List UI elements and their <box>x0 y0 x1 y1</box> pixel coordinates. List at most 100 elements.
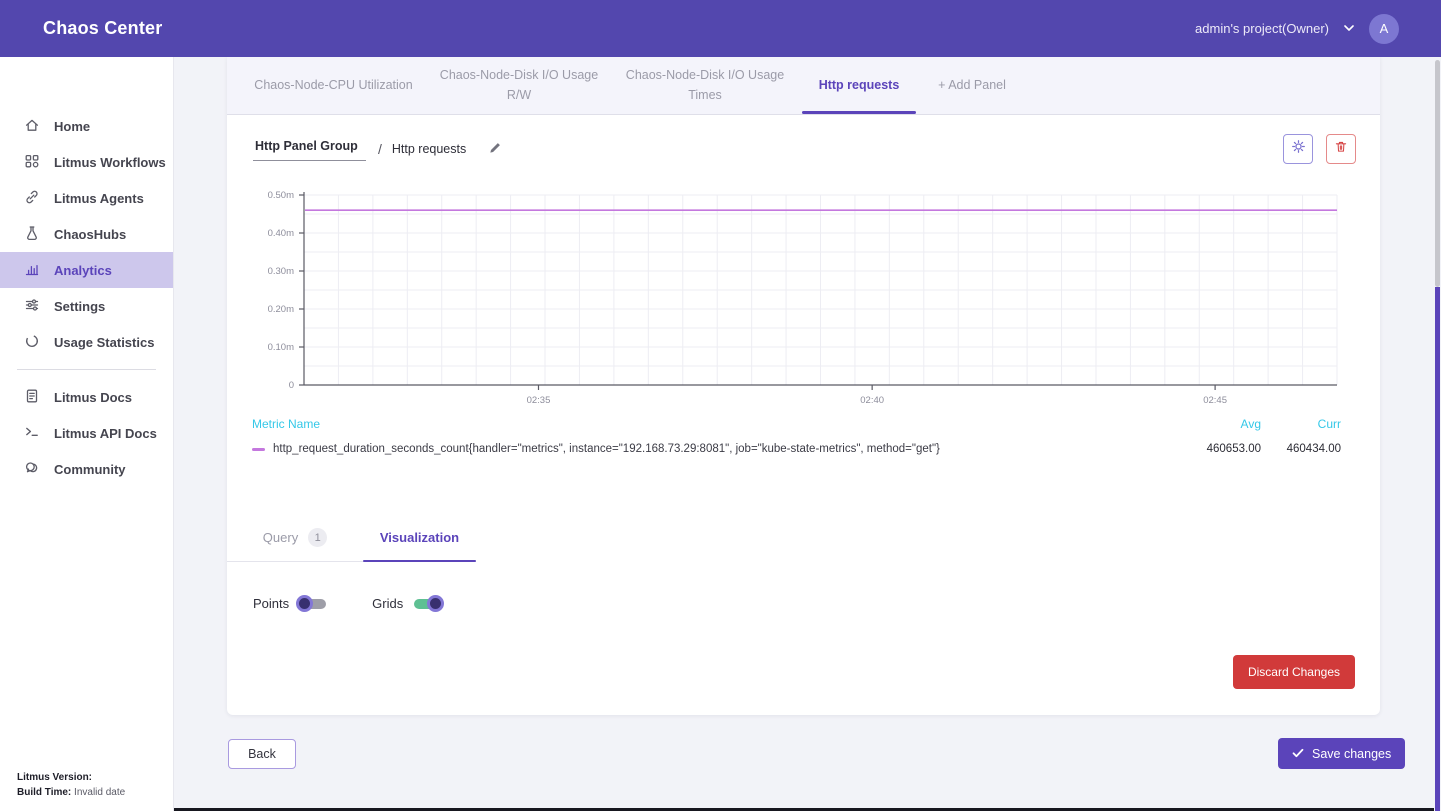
sidebar-item-litmus-agents[interactable]: Litmus Agents <box>0 180 173 216</box>
panel-tabbar: Chaos-Node-CPU Utilization Chaos-Node-Di… <box>227 57 1380 115</box>
build-time-label: Build Time: <box>17 787 71 798</box>
sidebar-item-label: ChaosHubs <box>54 227 126 242</box>
svg-text:0: 0 <box>289 380 294 391</box>
sidebar-item-litmus-docs[interactable]: Litmus Docs <box>0 379 173 415</box>
litmus-version-label: Litmus Version: <box>17 772 92 783</box>
save-changes-label: Save changes <box>1312 747 1391 761</box>
sidebar-item-label: Litmus Workflows <box>54 155 166 170</box>
sidebar-item-label: Litmus Docs <box>54 390 132 405</box>
avatar[interactable]: A <box>1369 14 1399 44</box>
sidebar-item-label: Litmus Agents <box>54 191 144 206</box>
points-toggle[interactable]: Points <box>253 596 326 611</box>
switch-thumb <box>427 595 444 612</box>
flask-icon <box>24 225 40 244</box>
breadcrumb-separator: / <box>378 141 382 157</box>
svg-text:02:40: 02:40 <box>860 395 884 406</box>
sidebar-footer: Litmus Version: Build Time: Invalid date <box>17 770 125 800</box>
save-changes-button[interactable]: Save changes <box>1278 738 1405 769</box>
tab-chaos-node-disk-io-usage-times[interactable]: Chaos-Node-Disk I/O Usage Times <box>612 57 798 114</box>
sidebar-divider <box>17 369 156 370</box>
sidebar-item-home[interactable]: Home <box>0 108 173 144</box>
sidebar-item-usage-statistics[interactable]: Usage Statistics <box>0 324 173 360</box>
breadcrumb: / Http requests <box>253 133 1356 165</box>
tab-chaos-node-cpu-utilization[interactable]: Chaos-Node-CPU Utilization <box>241 57 426 114</box>
switch-thumb <box>296 595 313 612</box>
grids-toggle-label: Grids <box>372 596 403 611</box>
app-title: Chaos Center <box>43 18 162 39</box>
dashboard-panel-card: Chaos-Node-CPU Utilization Chaos-Node-Di… <box>227 57 1380 715</box>
series-curr-value: 460434.00 <box>1261 443 1341 455</box>
panel-settings-button[interactable] <box>1283 134 1313 164</box>
series-swatch <box>252 448 265 451</box>
svg-text:0.20m: 0.20m <box>268 304 294 315</box>
chat-icon <box>24 460 40 479</box>
query-count-badge: 1 <box>308 528 327 547</box>
scrollbar-thumb-gray[interactable] <box>1435 60 1440 287</box>
series-name: http_request_duration_seconds_count{hand… <box>273 443 1181 455</box>
sidebar-item-litmus-api-docs[interactable]: Litmus API Docs <box>0 415 173 451</box>
grids-switch[interactable] <box>414 599 440 609</box>
project-selector-label[interactable]: admin's project(Owner) <box>1195 21 1329 36</box>
tab-visualization[interactable]: Visualization <box>363 514 476 561</box>
header-right: admin's project(Owner) A <box>1195 14 1399 44</box>
app-header: Chaos Center admin's project(Owner) A <box>0 0 1441 57</box>
link-icon <box>24 189 40 208</box>
scrollbar-thumb-purple[interactable] <box>1435 287 1440 811</box>
visualization-toggles: Points Grids <box>253 596 440 611</box>
sliders-icon <box>24 297 40 316</box>
legend-series-row[interactable]: http_request_duration_seconds_count{hand… <box>252 443 1341 455</box>
legend-curr-header: Curr <box>1261 417 1341 431</box>
sidebar: Home Litmus Workflows Litmus Agents Chao… <box>0 57 174 811</box>
sidebar-item-label: Settings <box>54 299 105 314</box>
sidebar-item-litmus-workflows[interactable]: Litmus Workflows <box>0 144 173 180</box>
app-screen: Chaos Center admin's project(Owner) A Ho… <box>0 0 1441 811</box>
home-icon <box>24 117 40 136</box>
tab-visualization-label: Visualization <box>380 530 459 545</box>
build-time-value: Invalid date <box>74 787 125 798</box>
chart-canvas: 0.50m 0.40m 0.30m 0.20m 0.10m 0 02:35 02:40 02:4… <box>249 185 1361 420</box>
trash-icon <box>1333 139 1349 160</box>
sidebar-item-label: Litmus API Docs <box>54 426 157 441</box>
sidebar-item-label: Home <box>54 119 90 134</box>
svg-text:0.10m: 0.10m <box>268 342 294 353</box>
svg-text:0.50m: 0.50m <box>268 190 294 201</box>
add-panel-button[interactable]: + Add Panel <box>920 57 1024 114</box>
sidebar-item-label: Analytics <box>54 263 112 278</box>
panel-name: Http requests <box>392 142 466 156</box>
sidebar-item-community[interactable]: Community <box>0 451 173 487</box>
pencil-icon <box>488 140 503 158</box>
grids-toggle[interactable]: Grids <box>372 596 440 611</box>
sidebar-item-label: Community <box>54 462 126 477</box>
sidebar-item-chaoshubs[interactable]: ChaosHubs <box>0 216 173 252</box>
bar-chart-icon <box>24 261 40 280</box>
series-avg-value: 460653.00 <box>1181 443 1261 455</box>
editor-tabs: Query 1 Visualization <box>227 514 476 562</box>
points-switch[interactable] <box>300 599 326 609</box>
sidebar-item-settings[interactable]: Settings <box>0 288 173 324</box>
terminal-icon <box>24 424 40 443</box>
chevron-down-icon[interactable] <box>1344 25 1354 32</box>
document-icon <box>24 388 40 407</box>
svg-text:0.40m: 0.40m <box>268 228 294 239</box>
delete-panel-button[interactable] <box>1326 134 1356 164</box>
svg-text:02:35: 02:35 <box>527 395 551 406</box>
edit-panel-name-button[interactable] <box>488 140 503 158</box>
time-series-chart: 0.50m 0.40m 0.30m 0.20m 0.10m 0 02:35 02:40 02:4… <box>249 185 1361 425</box>
legend-avg-header: Avg <box>1181 417 1261 431</box>
points-toggle-label: Points <box>253 596 289 611</box>
back-button[interactable]: Back <box>228 739 296 769</box>
svg-text:02:45: 02:45 <box>1203 395 1227 406</box>
check-icon <box>1292 747 1304 761</box>
tab-http-requests[interactable]: Http requests <box>798 57 920 114</box>
tab-query-label: Query <box>263 530 298 545</box>
tab-query[interactable]: Query 1 <box>227 514 363 561</box>
sidebar-item-analytics[interactable]: Analytics <box>0 252 173 288</box>
chart-legend: Metric Name Avg Curr http_request_durati… <box>252 417 1341 455</box>
circle-icon <box>24 333 40 352</box>
discard-changes-button[interactable]: Discard Changes <box>1233 655 1355 689</box>
svg-text:0.30m: 0.30m <box>268 266 294 277</box>
tab-chaos-node-disk-io-usage-rw[interactable]: Chaos-Node-Disk I/O Usage R/W <box>426 57 612 114</box>
panel-group-name-input[interactable] <box>253 137 366 161</box>
workflows-icon <box>24 153 40 172</box>
gear-icon <box>1290 138 1307 160</box>
